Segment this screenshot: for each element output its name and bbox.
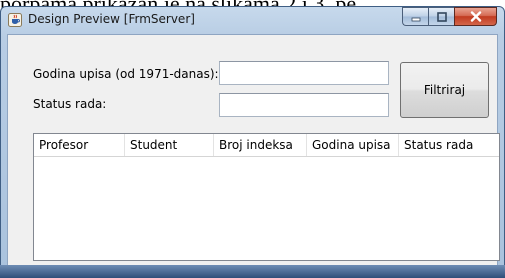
status-label: Status rada: — [33, 97, 107, 111]
year-label: Godina upisa (od 1971-danas): — [33, 67, 219, 81]
minimize-button[interactable] — [402, 7, 428, 26]
minimize-icon — [411, 17, 420, 21]
year-input[interactable] — [219, 61, 389, 85]
java-cup-icon — [8, 13, 22, 27]
column-header-profesor[interactable]: Profesor — [34, 134, 125, 156]
window-title: Design Preview [FrmServer] — [28, 12, 195, 26]
column-header-status-rada[interactable]: Status rada — [399, 134, 499, 156]
filter-button[interactable]: Filtriraj — [400, 62, 489, 118]
column-header-student[interactable]: Student — [125, 134, 214, 156]
close-button[interactable] — [454, 7, 497, 26]
results-table[interactable]: Profesor Student Broj indeksa Godina upi… — [33, 133, 500, 261]
column-header-godina-upisa[interactable]: Godina upisa — [307, 134, 399, 156]
maximize-button[interactable] — [428, 7, 454, 26]
column-header-broj-indeksa[interactable]: Broj indeksa — [214, 134, 307, 156]
status-input[interactable] — [219, 93, 389, 117]
table-body — [34, 157, 499, 261]
close-icon — [470, 11, 481, 22]
taskbar-strip — [0, 265, 505, 278]
maximize-icon — [436, 11, 447, 22]
table-header: Profesor Student Broj indeksa Godina upi… — [34, 134, 499, 157]
caption-buttons — [402, 7, 497, 26]
title-bar[interactable]: Design Preview [FrmServer] — [1, 7, 504, 33]
